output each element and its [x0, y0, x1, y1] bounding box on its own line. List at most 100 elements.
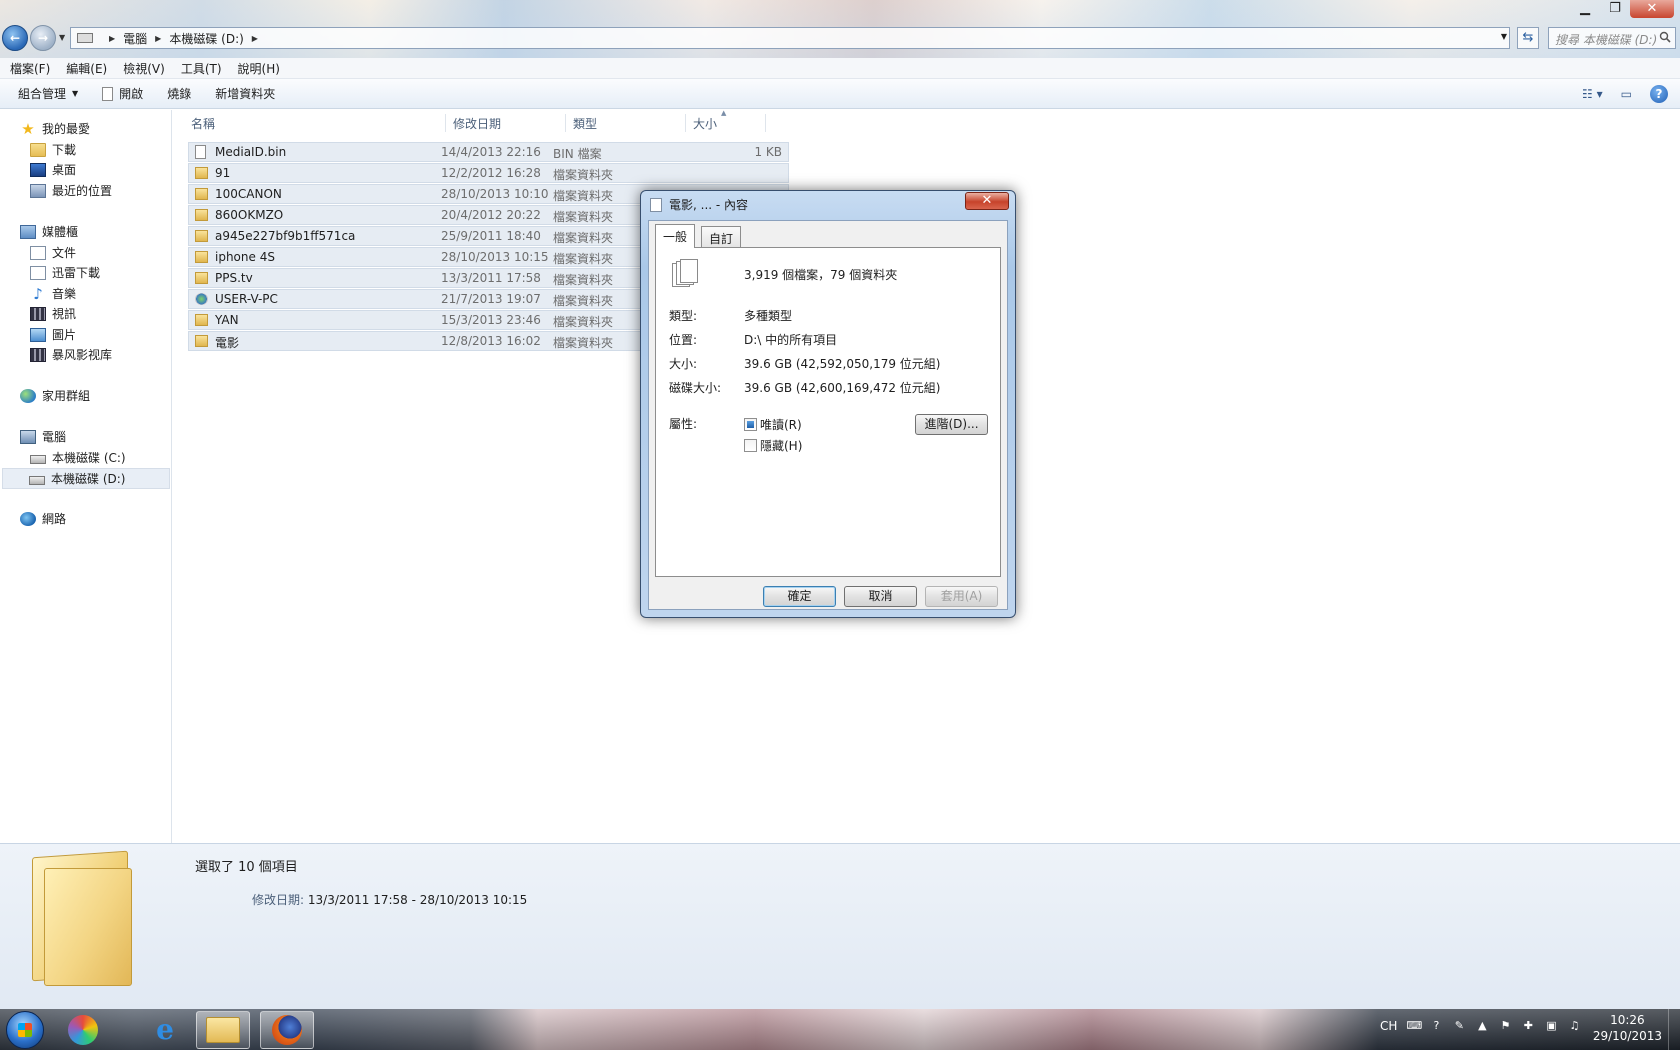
nav-favorites[interactable]: ★ 我的最愛 — [20, 120, 90, 137]
column-header-name[interactable]: 名稱 — [191, 115, 215, 132]
back-button[interactable]: ← — [2, 25, 28, 51]
advanced-button[interactable]: 進階(D)... — [915, 414, 988, 435]
nav-desktop[interactable]: 桌面 — [30, 161, 76, 178]
properties-dialog[interactable]: 電影, ... - 內容 ✕ 一般 自訂 3,919 個檔案，79 個資料夾 類… — [640, 190, 1016, 618]
burn-button[interactable]: 燒錄 — [167, 85, 191, 102]
nav-drive-c[interactable]: 本機磁碟 (C:) — [30, 449, 126, 466]
nav-downloads[interactable]: 下載 — [30, 141, 76, 158]
search-icon[interactable] — [1659, 31, 1671, 43]
checkbox-unchecked[interactable] — [744, 439, 757, 452]
file-row[interactable]: 91 12/2/2012 16:28 檔案資料夾 — [188, 163, 789, 183]
action-center-flag-icon[interactable]: ⚑ — [1498, 1019, 1512, 1033]
show-hidden-icons-icon[interactable]: ▲ — [1475, 1019, 1489, 1033]
breadcrumb-chevron-icon[interactable]: ▶ — [252, 34, 258, 43]
cancel-button[interactable]: 取消 — [844, 586, 917, 607]
nav-music[interactable]: ♪ 音樂 — [30, 285, 76, 302]
clock[interactable]: 10:26 29/10/2013 — [1593, 1012, 1662, 1044]
forward-button[interactable]: → — [30, 25, 56, 51]
breadcrumb-chevron-icon[interactable]: ▶ — [109, 34, 115, 43]
new-folder-button[interactable]: 新增資料夾 — [215, 85, 275, 102]
address-dropdown-icon[interactable]: ▼ — [1501, 32, 1507, 41]
menu-file[interactable]: 檔案(F) — [10, 60, 50, 77]
dialog-body: 一般 自訂 3,919 個檔案，79 個資料夾 類型: 多種類型 位置: D:\… — [648, 220, 1008, 610]
column-divider[interactable] — [685, 114, 686, 132]
nav-homegroup[interactable]: 家用群組 — [20, 387, 90, 404]
menu-help[interactable]: 說明(H) — [238, 60, 280, 77]
column-divider[interactable] — [565, 114, 566, 132]
column-header-modified[interactable]: 修改日期 — [453, 115, 501, 132]
menu-tools[interactable]: 工具(T) — [181, 60, 222, 77]
taskbar-app-colorwheel[interactable] — [56, 1011, 110, 1049]
nav-videos[interactable]: 視訊 — [30, 305, 76, 322]
start-button[interactable] — [6, 1011, 44, 1049]
window-controls: ▁ ❐ ✕ — [1570, 0, 1674, 18]
readonly-checkbox[interactable]: 唯讀(R) — [744, 416, 802, 433]
dialog-close-button[interactable]: ✕ — [965, 192, 1009, 210]
nav-baofeng-library[interactable]: 暴风影视库 — [30, 346, 112, 363]
column-divider[interactable] — [445, 114, 446, 132]
checkbox-indeterminate[interactable] — [744, 418, 757, 431]
organize-button[interactable]: 組合管理 ▼ — [18, 85, 78, 102]
column-header-size[interactable]: 大小 — [693, 115, 717, 132]
menu-edit[interactable]: 編輯(E) — [66, 60, 107, 77]
taskbar-app-firefox[interactable] — [260, 1011, 314, 1049]
pen-icon[interactable]: ✎ — [1452, 1019, 1466, 1033]
nav-label: 本機磁碟 (C:) — [52, 451, 126, 465]
maximize-button[interactable]: ❐ — [1600, 0, 1630, 18]
recent-pages-dropdown[interactable]: ▼ — [59, 33, 65, 42]
help-icon[interactable]: ? — [1650, 85, 1668, 103]
refresh-button[interactable]: ⇆ — [1517, 27, 1539, 49]
taskbar-app-internet-explorer[interactable]: e — [138, 1011, 192, 1049]
nav-recent-places[interactable]: 最近的位置 — [30, 182, 112, 199]
preview-pane-icon[interactable]: ▭ — [1621, 87, 1632, 101]
address-bar[interactable]: ▶ 電腦 ▶ 本機磁碟 (D:) ▶ ▼ — [70, 27, 1510, 49]
nav-computer[interactable]: 電腦 — [20, 428, 66, 445]
modified-range: 修改日期: 13/3/2011 17:58 - 28/10/2013 10:15 — [252, 891, 527, 908]
hidden-checkbox[interactable]: 隱藏(H) — [744, 437, 802, 454]
sort-indicator-icon: ▲ — [721, 109, 727, 117]
open-button[interactable]: 開啟 — [102, 85, 143, 102]
disk-size-value: 39.6 GB (42,600,169,472 位元組) — [744, 381, 941, 395]
tab-general[interactable]: 一般 — [655, 224, 696, 248]
column-header-type[interactable]: 類型 — [573, 115, 597, 132]
file-date: 13/3/2011 17:58 — [441, 271, 541, 285]
column-divider[interactable] — [765, 114, 766, 132]
tab-customize[interactable]: 自訂 — [701, 226, 742, 247]
language-indicator[interactable]: CH — [1380, 1019, 1397, 1033]
nav-libraries[interactable]: 媒體櫃 — [20, 223, 78, 240]
close-window-button[interactable]: ✕ — [1630, 0, 1674, 18]
volume-icon[interactable]: ♫ — [1567, 1019, 1581, 1033]
nav-pictures[interactable]: 圖片 — [30, 326, 76, 343]
view-options-icon[interactable]: ☷ ▾ — [1582, 87, 1603, 101]
file-date: 28/10/2013 10:10 — [441, 187, 549, 201]
menu-view[interactable]: 檢視(V) — [123, 60, 165, 77]
nav-documents[interactable]: 文件 — [30, 244, 76, 261]
taskbar-app-explorer[interactable] — [196, 1011, 250, 1049]
breadcrumb-computer[interactable]: 電腦 — [123, 30, 147, 47]
downloads-folder-icon — [30, 142, 46, 157]
firefox-icon — [272, 1015, 302, 1045]
minimize-button[interactable]: ▁ — [1570, 0, 1600, 18]
app-tray-plus-icon[interactable]: ✚ — [1521, 1019, 1535, 1033]
file-type: 檔案資料夾 — [553, 210, 614, 224]
breadcrumb-drive-d[interactable]: 本機磁碟 (D:) — [169, 30, 243, 47]
show-desktop-button[interactable] — [1668, 1009, 1680, 1050]
size-label: 大小: — [669, 357, 698, 371]
file-name: MediaID.bin — [215, 145, 287, 159]
apply-button[interactable]: 套用(A) — [925, 586, 998, 607]
file-date: 12/2/2012 16:28 — [441, 166, 541, 180]
nav-drive-d[interactable]: 本機磁碟 (D:) — [2, 468, 170, 489]
network-tray-icon[interactable]: ▣ — [1544, 1019, 1558, 1033]
type-value: 多種類型 — [744, 309, 793, 323]
ok-button[interactable]: 確定 — [763, 586, 836, 607]
search-input[interactable]: 搜尋 本機磁碟 (D:) — [1548, 27, 1676, 49]
file-row[interactable]: MediaID.bin 14/4/2013 22:16 BIN 檔案 1 KB — [188, 142, 789, 162]
breadcrumb-chevron-icon[interactable]: ▶ — [155, 34, 161, 43]
locked-folder-icon — [195, 230, 208, 242]
open-label: 開啟 — [119, 87, 144, 101]
help-tray-icon[interactable]: ? — [1429, 1019, 1443, 1033]
nav-network[interactable]: 網路 — [20, 510, 66, 527]
keyboard-icon[interactable]: ⌨ — [1406, 1019, 1422, 1033]
navigation-pane[interactable]: ★ 我的最愛 下載 桌面 最近的位置 媒體櫃 文件 迅雷下載 ♪ 音樂 視訊 圖片 … — [0, 110, 172, 843]
nav-xunlei-downloads[interactable]: 迅雷下載 — [30, 264, 100, 281]
